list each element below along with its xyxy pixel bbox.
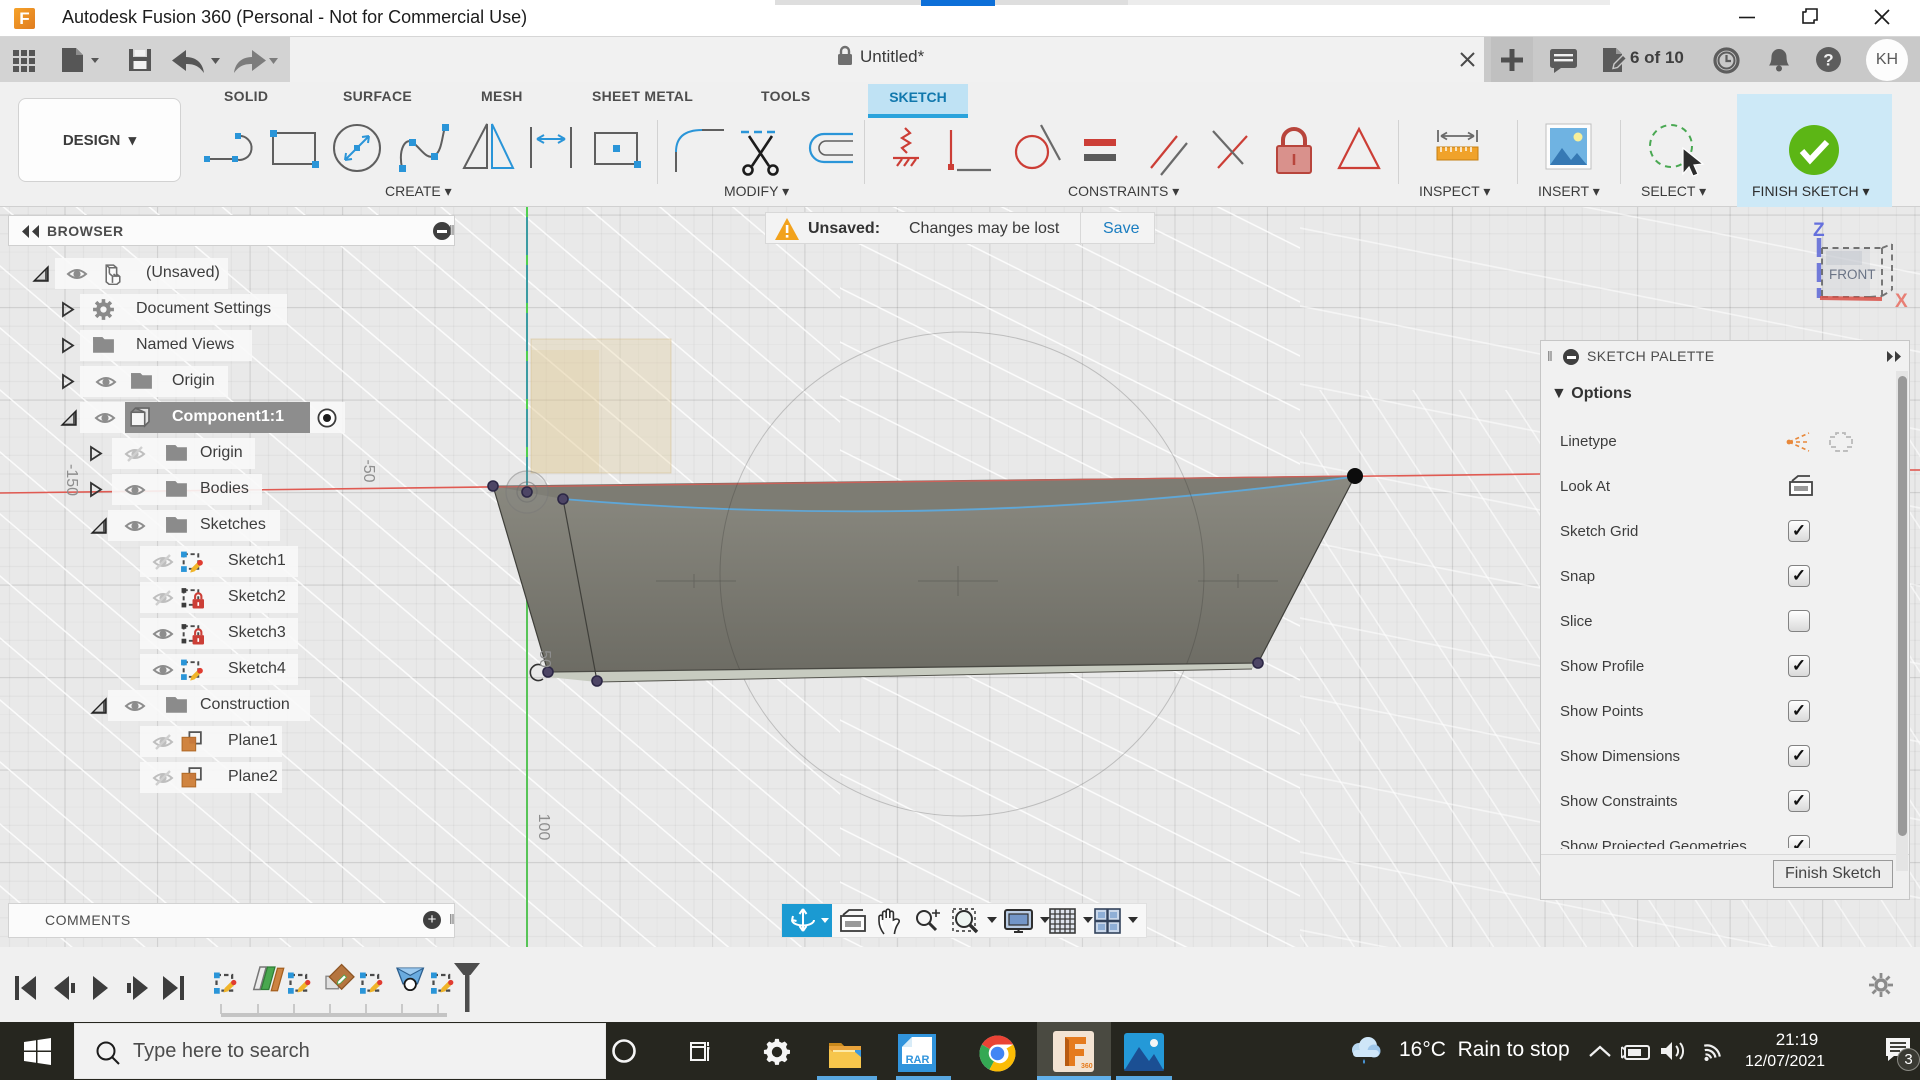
svg-text:-50: -50 <box>360 459 377 482</box>
svg-text:RAR: RAR <box>906 1054 930 1066</box>
svg-text:100: 100 <box>535 814 552 841</box>
svg-text:-150: -150 <box>63 464 80 496</box>
svg-text:50: 50 <box>536 650 553 668</box>
svg-text:FRONT: FRONT <box>1829 267 1876 282</box>
svg-text:Z: Z <box>1813 220 1825 241</box>
svg-text:?: ? <box>1823 51 1833 70</box>
svg-text:X: X <box>1895 291 1908 312</box>
svg-text:360: 360 <box>1081 1063 1093 1070</box>
